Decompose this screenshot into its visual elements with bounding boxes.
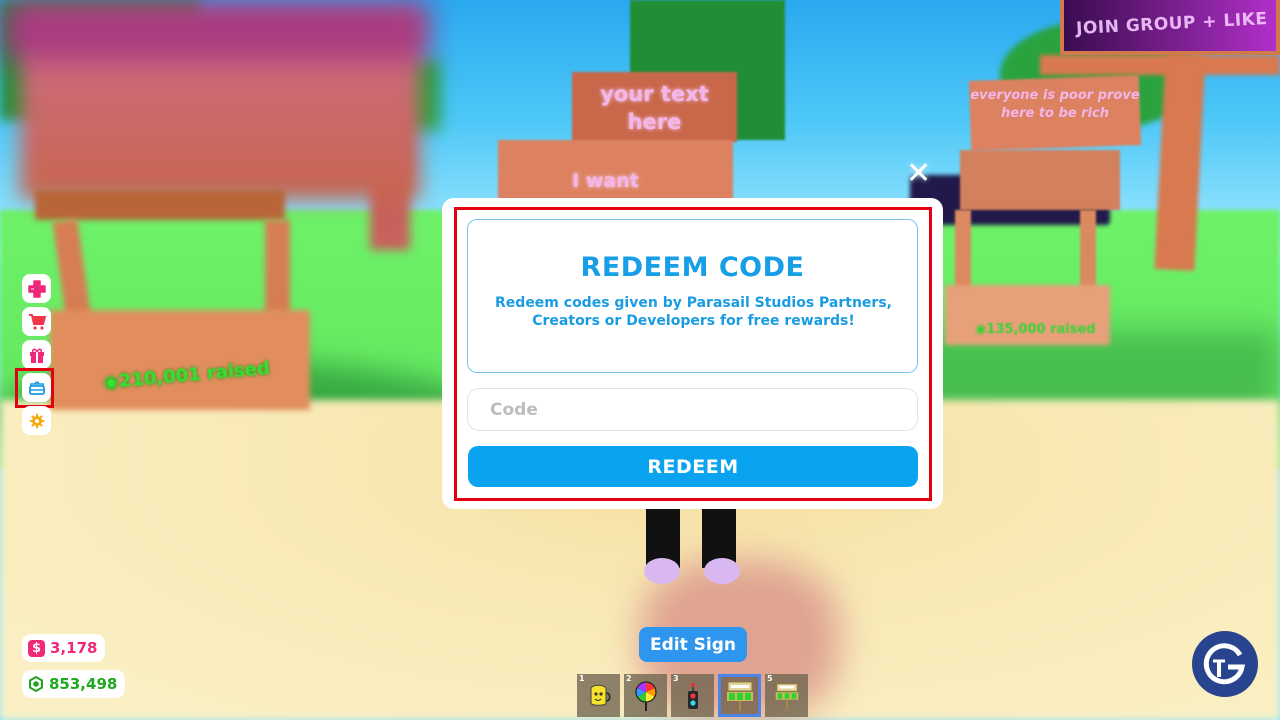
dialog-title: REDEEM CODE (580, 252, 805, 283)
right-stand-leg (1080, 210, 1096, 295)
robux-icon (29, 676, 43, 692)
robux-value: 853,498 (49, 675, 118, 693)
settings-button[interactable] (22, 406, 51, 435)
code-input[interactable] (467, 388, 918, 431)
left-stand-counter (50, 310, 310, 410)
left-stand-board (35, 190, 285, 220)
center-sign-top-text: your text here (600, 82, 709, 134)
hotbar-slot-1[interactable]: 1 (577, 674, 620, 717)
hotbar-slot-2[interactable]: 2 (624, 674, 667, 717)
left-stand-banner (0, 0, 430, 60)
green-sign-icon (775, 682, 798, 710)
slot-number: 5 (767, 674, 773, 683)
hotbar-slot-4[interactable] (718, 674, 761, 717)
redeem-info-card: REDEEM CODE Redeem codes given by Parasa… (467, 219, 918, 373)
heal-button[interactable] (22, 274, 51, 303)
right-stand-raised-label: ◉135,000 raised (975, 322, 1096, 337)
gear-icon (29, 413, 44, 428)
yellow-mug-icon (590, 684, 611, 706)
treasure-chest-icon (28, 380, 45, 395)
slot-number: 3 (673, 674, 679, 683)
slot-number: 1 (579, 674, 585, 683)
gifts-button[interactable] (22, 340, 51, 369)
player-character-legs (644, 508, 746, 584)
robux-counter: 853,498 (22, 670, 126, 698)
right-stand-leg (955, 210, 971, 295)
hotbar-slot-3[interactable]: 3 (671, 674, 714, 717)
right-stand-sign-text: everyone is poor prove here to be rich (970, 88, 1140, 121)
health-plus-icon (27, 279, 46, 298)
slot-number: 2 (626, 674, 632, 683)
close-icon[interactable]: ✕ (906, 156, 931, 191)
redeem-button[interactable]: REDEEM (468, 446, 918, 487)
redeem-codes-button[interactable] (22, 373, 51, 402)
gift-icon (29, 348, 44, 363)
billboard-beam (1040, 55, 1280, 75)
hotbar-slot-5[interactable]: 5 (765, 674, 808, 717)
green-sign-icon (726, 681, 753, 711)
cash-counter: $ 3,178 (22, 634, 106, 662)
right-stand-board (960, 150, 1120, 210)
edit-sign-button[interactable]: Edit Sign (639, 627, 747, 662)
rainbow-lollipop-sign-icon (634, 680, 657, 711)
cash-value: 3,178 (50, 639, 98, 657)
gamer-tweak-logo (1192, 631, 1258, 697)
shopping-cart-icon (28, 313, 46, 330)
logo-g-icon (1203, 643, 1246, 685)
center-sign-mid-text: I want (572, 170, 639, 192)
foot (644, 558, 680, 584)
dollar-icon: $ (28, 639, 45, 657)
hotbar: 1 2 3 5 (577, 674, 808, 717)
traffic-light-icon (687, 682, 698, 709)
foot (704, 558, 740, 584)
left-stand-leg (265, 220, 290, 315)
shop-button[interactable] (22, 307, 51, 336)
dialog-description: Redeem codes given by Parasail Studios P… (495, 295, 892, 329)
